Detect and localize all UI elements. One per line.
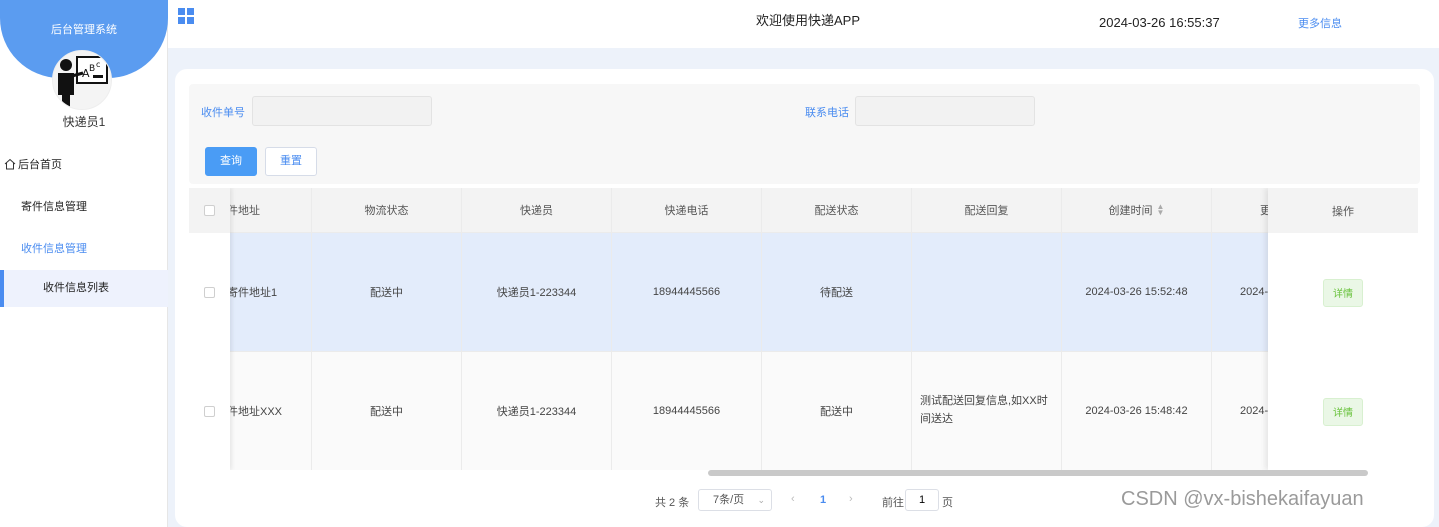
svg-text:B: B (89, 64, 95, 74)
next-page-button[interactable]: › (849, 493, 853, 505)
phone-input[interactable] (855, 96, 1035, 126)
cell-created: 2024-03-26 15:48:42 (1062, 352, 1212, 470)
chevron-down-icon: ⌄ (757, 495, 765, 505)
checkbox-column (189, 188, 230, 470)
sidebar-item-label: 收件信息管理 (21, 243, 87, 255)
more-info-link[interactable]: 更多信息 (1298, 15, 1342, 31)
table-row[interactable]: 寄件地址1 配送中 快递员1-223344 18944445566 待配送 20… (189, 233, 1418, 352)
column-header-delivery: 配送状态 (762, 188, 912, 232)
operation-column: 操作 详情 详情 (1268, 188, 1418, 470)
cell-reply (912, 233, 1062, 351)
phone-label: 联系电话 (805, 107, 849, 119)
action-cell: 详情 (1268, 352, 1418, 470)
cell-delivery: 待配送 (762, 233, 912, 351)
sidebar: 后台管理系统 A B c 快递员1 后台首页 寄件信息管理 收件信息管理 收件信… (0, 0, 168, 527)
column-header-created[interactable]: 创建时间 ▲ ▼ (1062, 188, 1212, 232)
row-select-cell (189, 352, 230, 470)
tracking-number-label: 收件单号 (201, 107, 245, 119)
cell-courier: 快递员1-223344 (462, 352, 612, 470)
sidebar-title: 后台管理系统 (51, 24, 117, 36)
data-table: 件地址 物流状态 快递员 快递电话 配送状态 配送回复 创建时间 ▲ ▼ 更 寄件… (189, 188, 1418, 470)
table-header: 件地址 物流状态 快递员 快递电话 配送状态 配送回复 创建时间 ▲ ▼ 更 (189, 188, 1418, 233)
detail-button[interactable]: 详情 (1323, 278, 1363, 307)
cell-reply: 测试配送回复信息,如XX时间送达 (912, 352, 1062, 470)
svg-text:c: c (96, 60, 100, 69)
select-all-checkbox[interactable] (204, 205, 215, 216)
goto-page-input[interactable] (905, 489, 939, 511)
cell-phone: 18944445566 (612, 233, 762, 351)
page-number-current[interactable]: 1 (820, 494, 826, 506)
cell-created: 2024-03-26 15:52:48 (1062, 233, 1212, 351)
horizontal-scrollbar[interactable] (708, 470, 1368, 476)
goto-label: 前往 (882, 497, 904, 509)
watermark: CSDN @vx-bishekaifayuan (1121, 488, 1364, 510)
cell-delivery: 配送中 (762, 352, 912, 470)
home-icon (4, 158, 16, 170)
header-title: 欢迎使用快递APP (756, 13, 861, 28)
page-size-select[interactable]: 7条/页 ⌄ (698, 489, 772, 511)
user-name: 快递员1 (62, 115, 106, 129)
row-checkbox[interactable] (204, 287, 215, 298)
sidebar-item-label: 收件信息列表 (43, 282, 109, 294)
sidebar-item-recv-mgmt[interactable]: 收件信息管理 (0, 231, 168, 267)
sidebar-item-home[interactable]: 后台首页 (0, 147, 168, 183)
select-all-cell (189, 188, 230, 233)
column-header-phone: 快递电话 (612, 188, 762, 232)
action-cell: 详情 (1268, 233, 1418, 352)
avatar: A B c (52, 50, 112, 110)
goto-unit: 页 (942, 497, 953, 509)
sidebar-item-label: 后台首页 (18, 159, 62, 171)
sidebar-item-send-mgmt[interactable]: 寄件信息管理 (0, 189, 168, 225)
table-row[interactable]: 件地址XXX 配送中 快递员1-223344 18944445566 配送中 测… (189, 352, 1418, 470)
header-datetime: 2024-03-26 16:55:37 (1099, 15, 1220, 30)
detail-button[interactable]: 详情 (1323, 397, 1363, 426)
cell-logistics: 配送中 (312, 352, 462, 470)
cell-courier: 快递员1-223344 (462, 233, 612, 351)
row-checkbox[interactable] (204, 406, 215, 417)
row-select-cell (189, 233, 230, 352)
page-size-value: 7条/页 (713, 494, 745, 506)
pagination-total: 共 2 条 (655, 497, 690, 509)
column-header-created-label: 创建时间 (1108, 205, 1153, 217)
grid-menu-icon[interactable] (178, 8, 194, 24)
cell-logistics: 配送中 (312, 233, 462, 351)
sort-icon[interactable]: ▲ ▼ (1157, 203, 1165, 217)
prev-page-button[interactable]: ‹ (791, 493, 795, 505)
query-button[interactable]: 查询 (205, 147, 257, 176)
teacher-avatar-icon: A B c (53, 51, 111, 109)
column-header-courier: 快递员 (462, 188, 612, 232)
reset-button[interactable]: 重置 (265, 147, 317, 176)
column-header-reply: 配送回复 (912, 188, 1062, 232)
sidebar-item-label: 寄件信息管理 (21, 201, 87, 213)
column-header-action: 操作 (1268, 188, 1418, 233)
tracking-number-input[interactable] (252, 96, 432, 126)
sidebar-item-recv-list[interactable]: 收件信息列表 (0, 270, 168, 307)
column-header-logistics: 物流状态 (312, 188, 462, 232)
top-header: 欢迎使用快递APP 2024-03-26 16:55:37 更多信息 (168, 0, 1439, 48)
cell-phone: 18944445566 (612, 352, 762, 470)
